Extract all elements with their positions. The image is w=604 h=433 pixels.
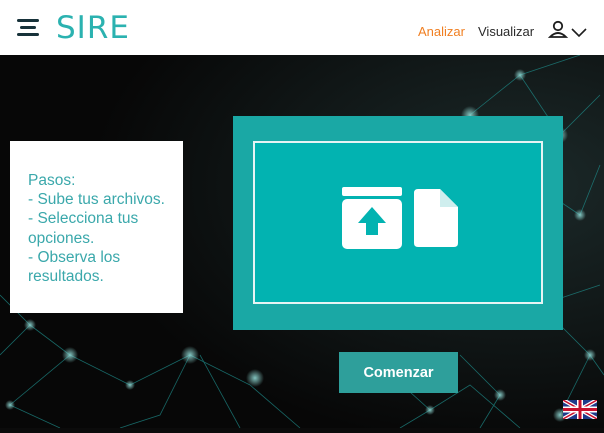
upload-box-icon [342, 187, 402, 249]
steps-line: - Sube tus archivos. [28, 191, 165, 209]
steps-line: opciones. [28, 229, 95, 247]
steps-card: Pasos: - Sube tus archivos. - Selecciona… [10, 141, 183, 313]
start-button[interactable]: Comenzar [339, 352, 458, 393]
hamburger-menu-icon[interactable] [17, 18, 39, 38]
user-icon [547, 20, 569, 38]
app-logo[interactable]: SIRE [56, 10, 130, 46]
steps-line: resultados. [28, 268, 104, 286]
steps-line: - Observa los [28, 248, 121, 266]
user-menu[interactable] [547, 20, 592, 40]
file-dropzone [233, 116, 563, 330]
file-drop-area[interactable] [253, 141, 543, 304]
file-icon [414, 189, 458, 247]
nav-visualizar[interactable]: Visualizar [478, 24, 534, 39]
steps-line: - Selecciona tus [28, 210, 139, 228]
chevron-down-icon [571, 28, 587, 38]
uk-flag-icon[interactable] [563, 400, 597, 419]
header: SIRE Analizar Visualizar [0, 0, 604, 55]
nav-analizar[interactable]: Analizar [418, 24, 465, 39]
steps-line: Pasos: [28, 172, 76, 189]
